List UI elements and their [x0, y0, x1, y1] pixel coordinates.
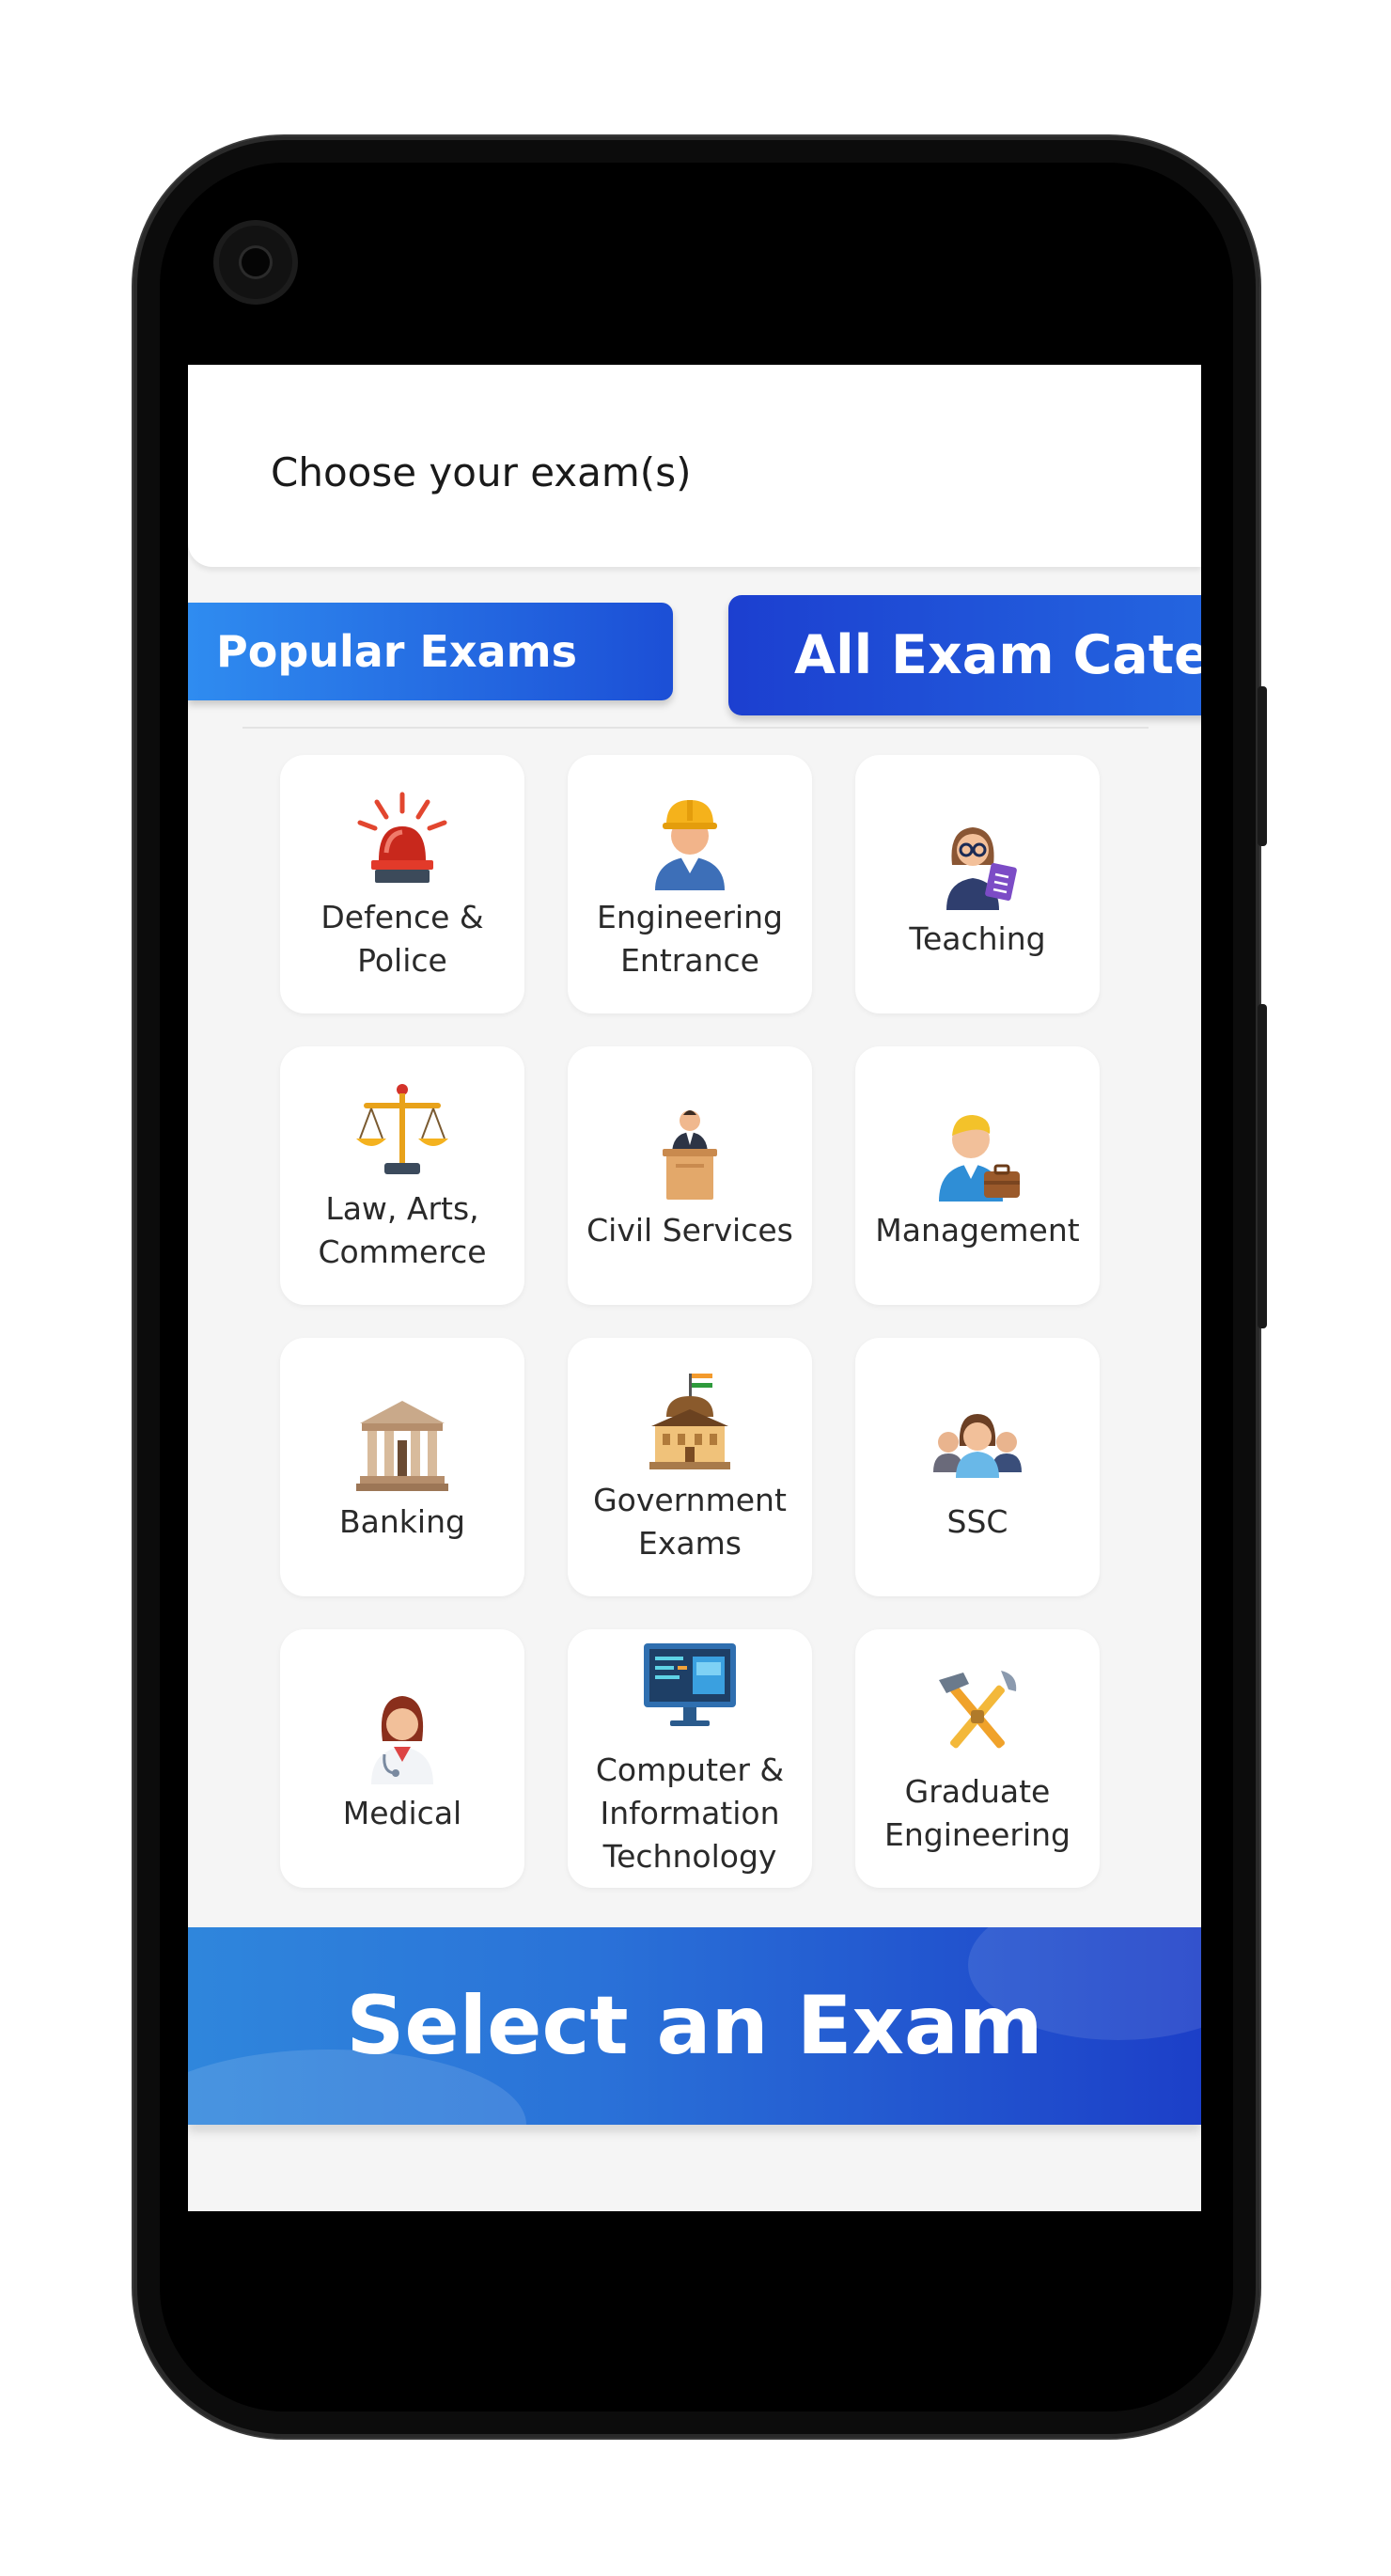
category-card-teaching[interactable]: Teaching	[855, 755, 1100, 1013]
divider	[242, 727, 1149, 729]
category-label: Engineering Entrance	[597, 898, 783, 979]
category-card-graduate-engineering[interactable]: Graduate Engineering	[855, 1629, 1100, 1888]
category-label: Law, Arts, Commerce	[318, 1189, 487, 1270]
group-people-icon	[926, 1391, 1029, 1495]
power-button	[1258, 1004, 1267, 1328]
front-camera-icon	[219, 226, 292, 299]
scales-icon	[351, 1078, 454, 1182]
page-title: Choose your exam(s)	[271, 449, 692, 495]
category-card-law-arts-commerce[interactable]: Law, Arts, Commerce	[280, 1046, 524, 1305]
category-label: Civil Services	[586, 1211, 793, 1249]
category-card-banking[interactable]: Banking	[280, 1338, 524, 1596]
category-label: Management	[875, 1211, 1080, 1249]
category-label: Computer & Information Technology	[595, 1751, 785, 1875]
category-label: Medical	[342, 1794, 462, 1831]
category-label: Government Exams	[593, 1481, 787, 1562]
category-card-ssc[interactable]: SSC	[855, 1338, 1100, 1596]
category-label: Teaching	[909, 919, 1046, 957]
select-exam-banner[interactable]: Select an Exam	[188, 1927, 1201, 2125]
bank-icon	[351, 1391, 454, 1495]
header: Choose your exam(s)	[188, 365, 1201, 567]
category-card-medical[interactable]: Medical	[280, 1629, 524, 1888]
teacher-icon	[926, 809, 1029, 912]
category-label: SSC	[946, 1502, 1008, 1540]
category-label: Graduate Engineering	[884, 1772, 1071, 1853]
siren-icon	[351, 787, 454, 890]
category-card-engineering-entrance[interactable]: Engineering Entrance	[568, 755, 812, 1013]
tab-popular-exams[interactable]: Popular Exams	[188, 603, 673, 700]
computer-monitor-icon	[638, 1640, 742, 1743]
banner-title: Select an Exam	[346, 1979, 1043, 2073]
category-card-civil-services[interactable]: Civil Services	[568, 1046, 812, 1305]
category-label: Banking	[339, 1502, 465, 1540]
tab-all-exam-categories[interactable]: All Exam Categ	[728, 595, 1201, 715]
category-card-defence-police[interactable]: Defence & Police	[280, 755, 524, 1013]
category-card-government-exams[interactable]: Government Exams	[568, 1338, 812, 1596]
engineer-icon	[638, 787, 742, 890]
manager-icon	[926, 1100, 1029, 1203]
podium-speaker-icon	[638, 1100, 742, 1203]
app-screen: Choose your exam(s) Popular Exams All Ex…	[188, 365, 1201, 2211]
government-building-icon	[638, 1370, 742, 1473]
category-card-management[interactable]: Management	[855, 1046, 1100, 1305]
doctor-icon	[351, 1683, 454, 1786]
volume-button	[1258, 686, 1267, 846]
category-card-computer-it[interactable]: Computer & Information Technology	[568, 1629, 812, 1888]
category-label: Defence & Police	[320, 898, 484, 979]
tools-icon	[926, 1661, 1029, 1765]
